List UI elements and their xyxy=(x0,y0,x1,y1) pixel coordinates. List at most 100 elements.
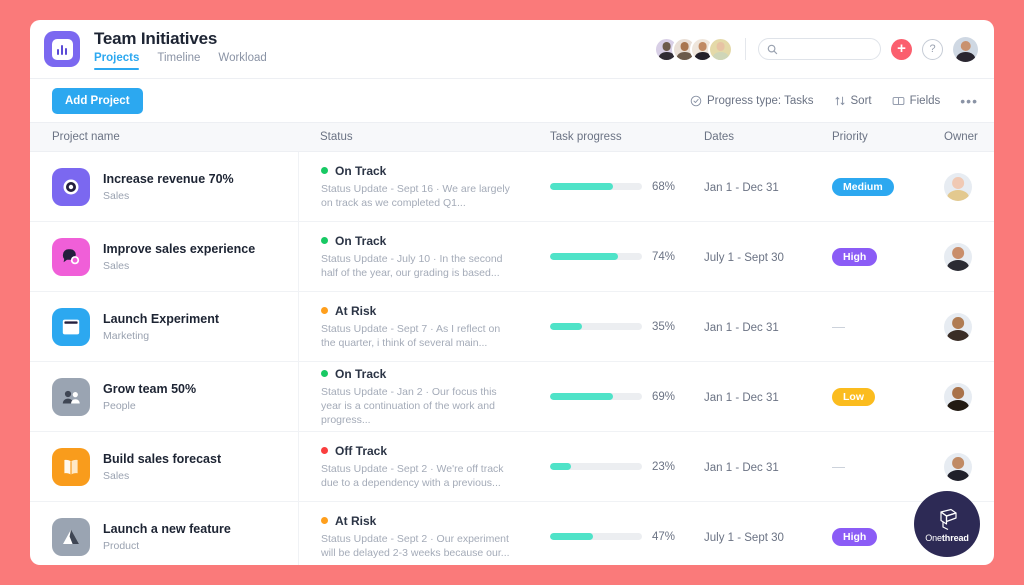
column-header-dates: Dates xyxy=(704,131,735,143)
status-update-text: Status Update - Sept 2 · We're off track… xyxy=(321,462,504,489)
date-range: Jan 1 - Dec 31 xyxy=(704,181,779,194)
target-icon xyxy=(52,167,90,206)
priority-cell[interactable]: — xyxy=(832,458,944,476)
search-input[interactable] xyxy=(783,43,872,55)
toolbar-actions: Progress type: Tasks Sort Fields ••• xyxy=(690,93,978,109)
page-title: Team Initiatives xyxy=(94,28,218,48)
view-tabs: Projects Timeline Workload xyxy=(94,52,267,70)
progress-bar-fill xyxy=(550,463,572,470)
owner-avatar[interactable] xyxy=(944,242,972,271)
project-name-cell[interactable]: Improve sales experience Sales xyxy=(30,237,298,276)
header-divider xyxy=(745,38,746,60)
priority-badge[interactable]: High xyxy=(832,528,878,546)
owner-cell[interactable] xyxy=(944,452,994,481)
project-name-cell[interactable]: Launch a new feature Product xyxy=(30,517,298,556)
column-header-priority: Priority xyxy=(832,131,868,143)
project-name: Launch a new feature xyxy=(103,521,231,536)
owner-cell[interactable] xyxy=(944,172,994,201)
owner-cell[interactable] xyxy=(944,312,994,341)
status-cell[interactable]: Off Track Status Update - Sept 2 · We're … xyxy=(298,432,528,501)
sort-button[interactable]: Sort xyxy=(834,95,872,107)
project-name-cell[interactable]: Build sales forecast Sales xyxy=(30,447,298,486)
tab-workload[interactable]: Workload xyxy=(218,52,266,70)
status-label: On Track xyxy=(335,163,387,178)
status-cell[interactable]: At Risk Status Update - Sept 7 · As I ref… xyxy=(298,292,528,361)
tab-timeline[interactable]: Timeline xyxy=(157,52,200,70)
project-team: Sales xyxy=(103,469,130,482)
table-row[interactable]: Increase revenue 70% Sales On Track Status … xyxy=(30,152,994,222)
date-range: July 1 - Sept 30 xyxy=(704,531,784,544)
project-name: Increase revenue 70% xyxy=(103,171,234,186)
progress-type-button[interactable]: Progress type: Tasks xyxy=(690,95,814,107)
app-window: Team Initiatives Projects Timeline Workl… xyxy=(30,20,994,565)
tab-projects[interactable]: Projects xyxy=(94,52,140,70)
add-new-button[interactable]: + xyxy=(891,38,912,60)
task-progress-cell: 74% xyxy=(528,251,704,263)
project-team: Sales xyxy=(103,189,130,202)
table-row[interactable]: Improve sales experience Sales On Track Sta… xyxy=(30,222,994,292)
status-update-text: Status Update - Sept 7 · As I reflect on… xyxy=(321,322,501,349)
current-user-avatar[interactable] xyxy=(953,36,978,62)
dates-cell: July 1 - Sept 30 xyxy=(704,248,832,266)
status-cell[interactable]: On Track Status Update - Sept 16 · We are… xyxy=(298,152,528,221)
task-progress-cell: 23% xyxy=(528,461,704,473)
status-dot-icon xyxy=(321,237,328,244)
progress-bar-fill xyxy=(550,323,583,330)
priority-cell[interactable]: Low xyxy=(832,387,944,406)
project-list: Increase revenue 70% Sales On Track Status … xyxy=(30,152,994,565)
dates-cell: Jan 1 - Dec 31 xyxy=(704,458,832,476)
priority-cell[interactable]: — xyxy=(832,318,944,336)
fields-button[interactable]: Fields xyxy=(892,95,940,107)
toolbar: Add Project Progress type: Tasks Sort Fi… xyxy=(30,78,994,122)
task-progress-cell: 47% xyxy=(528,531,704,543)
project-name: Launch Experiment xyxy=(103,311,219,326)
table-row[interactable]: Build sales forecast Sales Off Track Status… xyxy=(30,432,994,502)
project-name-cell[interactable]: Increase revenue 70% Sales xyxy=(30,167,298,206)
priority-cell[interactable]: High xyxy=(832,247,944,266)
add-project-button[interactable]: Add Project xyxy=(52,87,143,114)
onethread-badge[interactable]: Onethread xyxy=(914,491,980,557)
table-row[interactable]: Grow team 50% People On Track Status Update… xyxy=(30,362,994,432)
book-icon xyxy=(52,447,90,486)
status-cell[interactable]: On Track Status Update - July 10 · In the… xyxy=(298,222,528,291)
search-box[interactable] xyxy=(758,38,881,60)
dates-cell: Jan 1 - Dec 31 xyxy=(704,178,832,196)
table-row[interactable]: Launch a new feature Product At Risk Status… xyxy=(30,502,994,565)
project-name-cell[interactable]: Grow team 50% People xyxy=(30,377,298,416)
avatar[interactable] xyxy=(708,36,733,62)
project-team: People xyxy=(103,399,136,412)
priority-badge[interactable]: Low xyxy=(832,388,875,406)
status-cell[interactable]: On Track Status Update - Jan 2 · Our focu… xyxy=(298,362,528,431)
status-cell[interactable]: At Risk Status Update - Sept 2 · Our expe… xyxy=(298,502,528,565)
priority-badge[interactable]: High xyxy=(832,248,878,266)
status-dot-icon xyxy=(321,517,328,524)
columns-icon xyxy=(892,96,904,105)
status-label: At Risk xyxy=(335,303,377,318)
project-team: Product xyxy=(103,539,140,552)
project-name-cell[interactable]: Launch Experiment Marketing xyxy=(30,307,298,346)
project-name: Improve sales experience xyxy=(103,241,256,256)
owner-avatar[interactable] xyxy=(944,382,972,411)
more-options-button[interactable]: ••• xyxy=(960,93,978,109)
owner-avatar[interactable] xyxy=(944,172,972,201)
owner-avatar[interactable] xyxy=(944,312,972,341)
project-team: Marketing xyxy=(103,329,150,342)
progress-bar xyxy=(550,463,642,470)
table-row[interactable]: Launch Experiment Marketing At Risk Status … xyxy=(30,292,994,362)
bar-chart-logo-icon xyxy=(44,31,80,67)
status-update-text: Status Update - July 10 · In the second … xyxy=(321,252,503,279)
priority-badge[interactable]: Medium xyxy=(832,178,894,196)
member-avatar-stack[interactable] xyxy=(654,36,733,62)
priority-cell[interactable]: Medium xyxy=(832,177,944,196)
owner-avatar[interactable] xyxy=(944,452,972,481)
owner-cell[interactable] xyxy=(944,242,994,271)
owner-cell[interactable] xyxy=(944,382,994,411)
task-progress-cell: 69% xyxy=(528,391,704,403)
status-dot-icon xyxy=(321,447,328,454)
help-button[interactable]: ? xyxy=(922,38,943,60)
column-header-project-name: Project name xyxy=(52,131,120,143)
onethread-logo-icon xyxy=(940,508,957,530)
title-and-tabs: Team Initiatives Projects Timeline Workl… xyxy=(94,29,267,70)
status-update-text: Status Update - Jan 2 · Our focus this y… xyxy=(321,385,497,426)
progress-bar-fill xyxy=(550,183,613,190)
